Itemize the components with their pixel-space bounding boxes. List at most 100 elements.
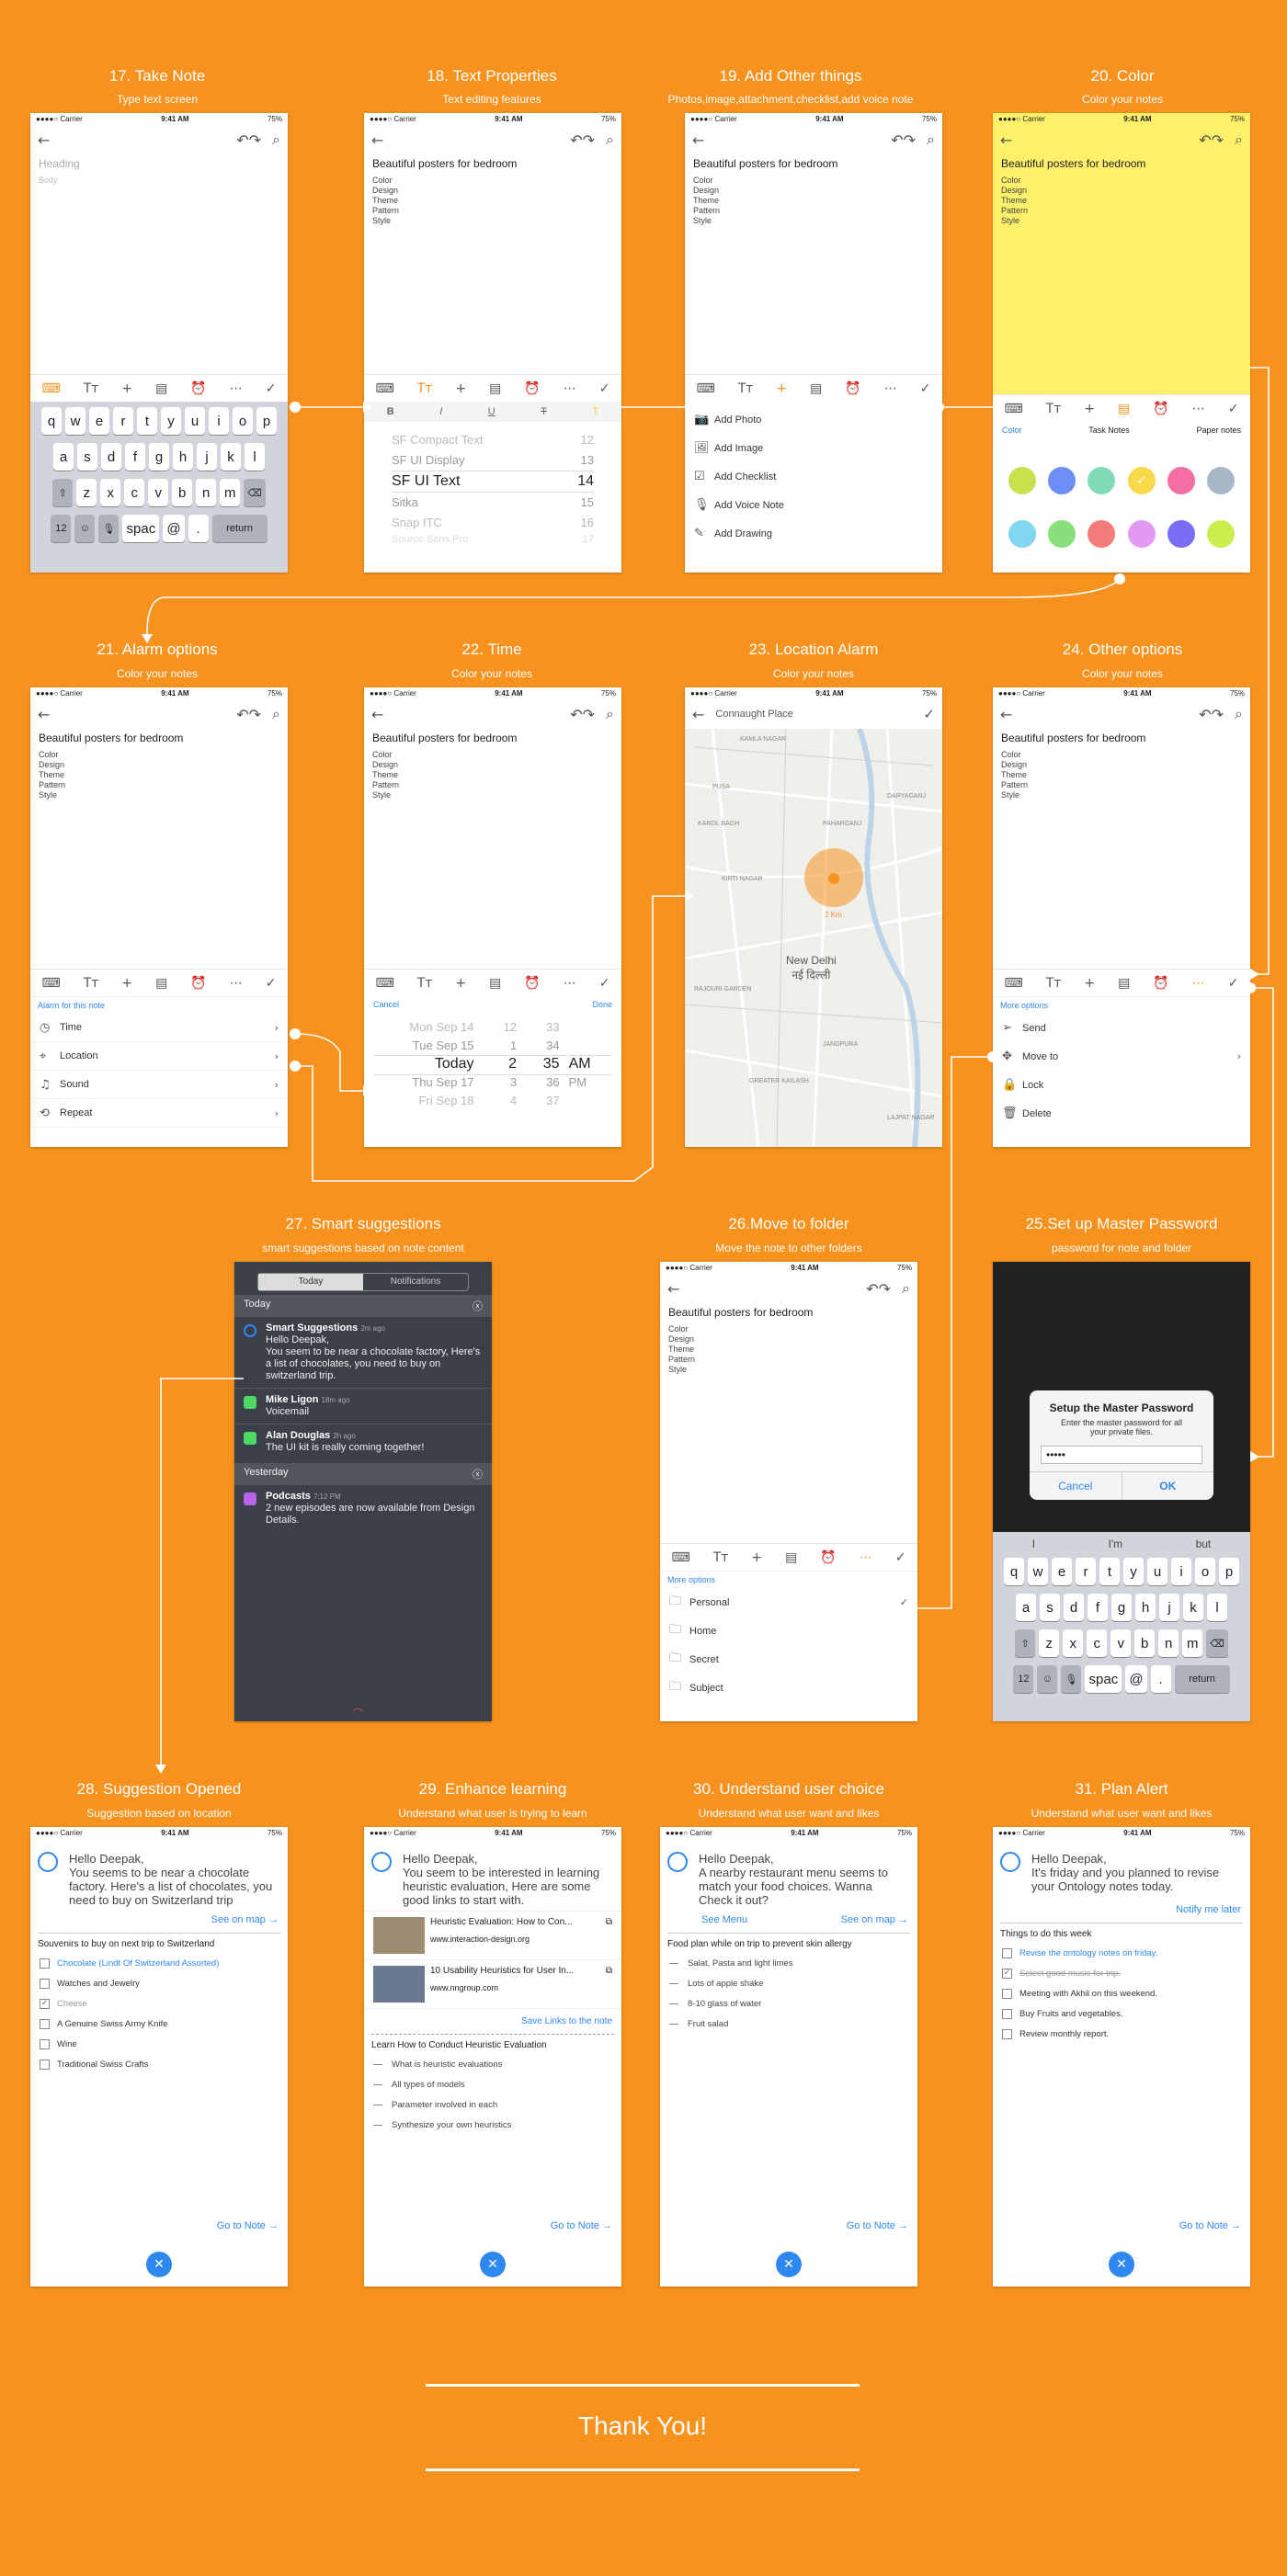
highlight-button[interactable]: T — [592, 406, 598, 417]
note-title[interactable]: Beautiful posters for bedroom — [660, 1303, 917, 1322]
color-swatch[interactable] — [1088, 520, 1116, 548]
back-arrow-icon[interactable]: ← — [1000, 131, 1012, 149]
key-q[interactable]: q — [41, 407, 62, 435]
notification-item[interactable]: Podcasts 7:12 PM 2 new episodes are now a… — [234, 1485, 492, 1532]
tab-paper-notes[interactable]: Paper notes — [1196, 426, 1241, 435]
checkbox[interactable] — [40, 2038, 50, 2049]
key-p[interactable]: p — [1219, 1558, 1239, 1585]
checkbox[interactable] — [1002, 1988, 1012, 1999]
text-icon[interactable]: Tт — [84, 976, 99, 991]
note-title[interactable]: Beautiful posters for bedroom — [364, 729, 621, 747]
bold-button[interactable]: B — [387, 406, 394, 417]
key-h[interactable]: h — [173, 443, 193, 471]
key-n[interactable]: n — [196, 479, 217, 506]
checkbox[interactable] — [1002, 2008, 1012, 2019]
add-drawing-item[interactable]: ✎ Add Drawing — [685, 519, 942, 548]
return-key[interactable]: return — [1174, 1665, 1230, 1693]
alarm-icon[interactable]: ⏰ — [190, 381, 206, 396]
suggestion-3[interactable]: but — [1196, 1538, 1212, 1550]
checklist-item[interactable]: Review monthly report. — [993, 2024, 1250, 2044]
checklist-item[interactable]: Buy Fruits and vegetables. — [993, 2003, 1250, 2024]
key-g[interactable]: g — [1111, 1594, 1132, 1621]
alarm-sound-item[interactable]: ♫ Sound › — [30, 1071, 288, 1099]
keyboard-icon[interactable]: ⌨ — [375, 381, 393, 396]
checklist-item[interactable]: Traditional Swiss Crafts — [30, 2054, 288, 2074]
key-a[interactable]: a — [1016, 1594, 1036, 1621]
see-on-map-link[interactable]: See on map → — [30, 1911, 288, 1933]
back-arrow-icon[interactable]: ← — [692, 131, 704, 149]
note-icon[interactable]: ▤ — [1118, 976, 1130, 991]
key-i[interactable]: i — [1171, 1558, 1191, 1585]
go-to-note-link[interactable]: Go to Note → — [551, 2220, 612, 2231]
ok-button[interactable]: OK — [1122, 1472, 1214, 1500]
tab-task-notes[interactable]: Task Notes — [1088, 426, 1130, 435]
note-body[interactable]: Color Design Theme Pattern Style — [993, 173, 1250, 229]
keyboard-icon[interactable]: ⌨ — [41, 381, 60, 396]
note-icon[interactable]: ▤ — [489, 976, 501, 991]
search-icon[interactable]: ⌕ — [1235, 705, 1243, 723]
go-to-note-link[interactable]: Go to Note → — [847, 2220, 908, 2231]
alarm-icon[interactable]: ⏰ — [524, 976, 540, 991]
search-icon[interactable]: ⌕ — [272, 705, 280, 723]
key-f[interactable]: f — [125, 443, 145, 471]
check-icon[interactable]: ✓ — [266, 381, 277, 396]
shift-key[interactable]: ⇧ — [1015, 1629, 1036, 1657]
key-p[interactable]: p — [256, 407, 277, 435]
strike-button[interactable]: T — [541, 406, 547, 417]
key-u[interactable]: u — [185, 407, 205, 435]
checkbox-checked[interactable]: ✓ — [40, 1998, 50, 2009]
text-icon[interactable]: Tт — [1046, 976, 1062, 991]
key-j[interactable]: j — [1159, 1594, 1179, 1621]
keyboard-icon[interactable]: ⌨ — [696, 381, 714, 396]
key-a[interactable]: a — [53, 443, 74, 471]
space-key[interactable]: spac — [1085, 1665, 1122, 1693]
text-icon[interactable]: Tт — [417, 381, 433, 396]
more-icon[interactable]: ⋯ — [564, 976, 576, 991]
suggestion-1[interactable]: I — [1032, 1538, 1035, 1550]
close-button[interactable]: ✕ — [1109, 2252, 1134, 2277]
color-swatch[interactable] — [1127, 520, 1156, 548]
search-icon[interactable]: ⌕ — [606, 705, 614, 723]
add-icon[interactable]: + — [776, 381, 787, 396]
undo-icon[interactable]: ↶↷ — [866, 1280, 891, 1298]
folder-subject[interactable]: 🗀 Subject — [660, 1674, 917, 1702]
close-icon[interactable]: ⓧ — [473, 1467, 483, 1481]
text-icon[interactable]: Tт — [1046, 402, 1062, 416]
move-to-item[interactable]: ✥ Move to › — [993, 1042, 1250, 1071]
more-icon[interactable]: ⋯ — [1192, 402, 1205, 416]
add-photo-item[interactable]: 📷 Add Photo — [685, 405, 942, 434]
tab-today[interactable]: Today — [258, 1274, 363, 1290]
key-t[interactable]: t — [1099, 1558, 1120, 1585]
text-icon[interactable]: Tт — [417, 976, 433, 991]
checkbox[interactable] — [1002, 2028, 1012, 2039]
go-to-note-link[interactable]: Go to Note → — [1179, 2220, 1241, 2231]
text-icon[interactable]: Tт — [738, 381, 754, 396]
note-icon[interactable]: ▤ — [155, 381, 167, 396]
back-arrow-icon[interactable]: ← — [371, 706, 383, 723]
note-body[interactable]: Color Design Theme Pattern Style — [364, 173, 621, 229]
key-b[interactable]: b — [1134, 1629, 1156, 1657]
alarm-time-item[interactable]: ◷ Time › — [30, 1014, 288, 1042]
cancel-button[interactable]: Cancel — [373, 1000, 399, 1009]
more-icon[interactable]: ⋯ — [230, 381, 243, 396]
check-icon[interactable]: ✓ — [1228, 402, 1239, 416]
back-arrow-icon[interactable]: ← — [667, 1280, 679, 1298]
key-f[interactable]: f — [1088, 1594, 1108, 1621]
key-x[interactable]: x — [1063, 1629, 1084, 1657]
key-r[interactable]: r — [1076, 1558, 1096, 1585]
alarm-icon[interactable]: ⏰ — [190, 976, 206, 991]
numbers-key[interactable]: 12 — [1013, 1665, 1034, 1693]
add-icon[interactable]: + — [121, 976, 132, 991]
key-s[interactable]: s — [77, 443, 97, 471]
lock-item[interactable]: 🔒 Lock — [993, 1071, 1250, 1099]
mic-key[interactable]: 🎙 — [1061, 1665, 1082, 1693]
key-v[interactable]: v — [1110, 1629, 1132, 1657]
undo-icon[interactable]: ↶↷ — [570, 131, 595, 149]
add-icon[interactable]: + — [1084, 402, 1095, 416]
note-body[interactable]: Color Design Theme Pattern Style — [685, 173, 942, 229]
key-k[interactable]: k — [1183, 1594, 1203, 1621]
key-d[interactable]: d — [1064, 1594, 1084, 1621]
checklist-item[interactable]: A Genuine Swiss Army Knife — [30, 2014, 288, 2034]
numbers-key[interactable]: 12 — [51, 515, 72, 542]
more-icon[interactable]: ⋯ — [1192, 976, 1205, 991]
